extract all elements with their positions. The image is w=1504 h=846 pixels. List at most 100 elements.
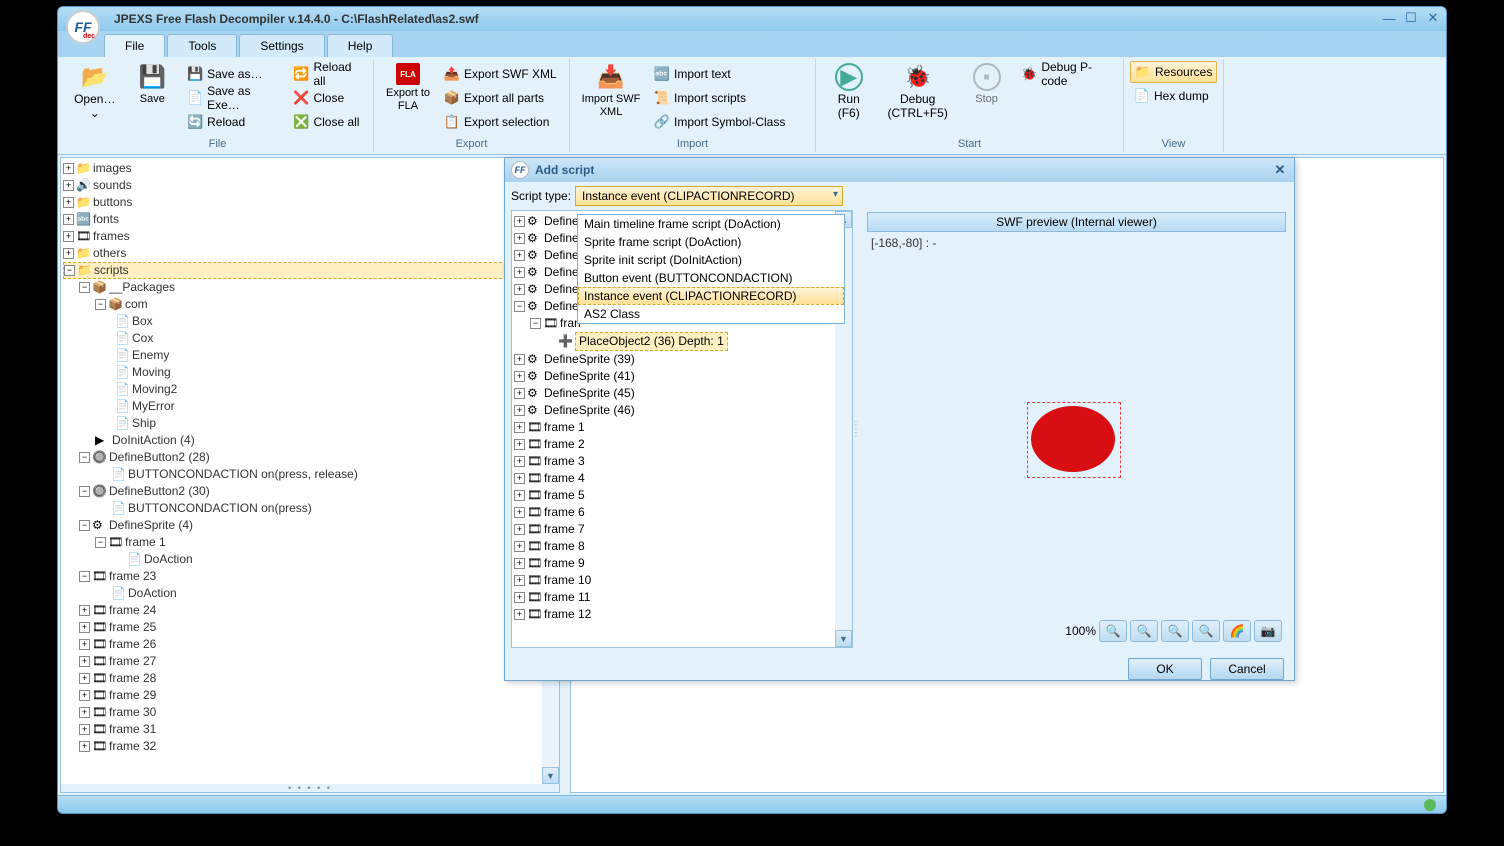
export-all-button[interactable]: 📦Export all parts xyxy=(440,87,561,109)
close-all-button[interactable]: ❎Close all xyxy=(289,111,367,133)
save-as-exe-button[interactable]: 📄Save as Exe… xyxy=(183,87,285,109)
scroll-down-icon[interactable]: ▼ xyxy=(542,767,559,784)
dropdown-option-selected[interactable]: Instance event (CLIPACTIONRECORD) xyxy=(578,287,844,305)
menu-tools[interactable]: Tools xyxy=(167,34,237,57)
import-xml-icon: 📥 xyxy=(597,63,625,91)
ribbon-label-export: Export xyxy=(374,138,569,150)
open-icon: 📂 xyxy=(81,63,109,91)
stop-button[interactable]: ■ Stop xyxy=(960,59,1014,110)
resources-icon: 📁 xyxy=(1135,64,1151,80)
close-file-button[interactable]: ❌Close xyxy=(289,87,367,109)
run-button[interactable]: ▶ Run(F6) xyxy=(822,59,876,125)
menu-help[interactable]: Help xyxy=(327,34,394,57)
ribbon-label-import: Import xyxy=(570,138,815,150)
script-type-dropdown[interactable]: Main timeline frame script (DoAction) Sp… xyxy=(577,214,845,324)
save-icon: 💾 xyxy=(138,63,166,91)
hex-icon: 📄 xyxy=(1134,88,1150,104)
app-window: FF JPEXS Free Flash Decompiler v.14.4.0 … xyxy=(57,6,1447,814)
ok-button[interactable]: OK xyxy=(1128,658,1202,680)
export-fla-button[interactable]: FLA Export to FLA xyxy=(380,59,436,117)
ribbon: 📂 Open…⌄ 💾 Save 💾Save as… 📄Save as Exe… … xyxy=(58,57,1446,155)
shape-bounding-box xyxy=(1027,402,1121,478)
dropdown-option[interactable]: Button event (BUTTONCONDACTION) xyxy=(578,269,844,287)
window-title: JPEXS Free Flash Decompiler v.14.4.0 - C… xyxy=(114,12,479,26)
ribbon-group-file: 📂 Open…⌄ 💾 Save 💾Save as… 📄Save as Exe… … xyxy=(62,59,374,152)
tree-splitter[interactable]: • • • • • xyxy=(61,784,559,792)
dropdown-option[interactable]: Sprite init script (DoInitAction) xyxy=(578,251,844,269)
resource-tree[interactable]: +📁images +🔊sounds +📁buttons +🔤fonts +🎞fr… xyxy=(61,158,559,778)
zoom-fit-button[interactable]: 🔍 xyxy=(1161,620,1189,642)
saveexe-icon: 📄 xyxy=(187,90,203,106)
ribbon-group-import: 📥 Import SWF XML 🔤Import text 📜Import sc… xyxy=(570,59,816,152)
reloadall-icon: 🔁 xyxy=(293,66,309,82)
saveas-icon: 💾 xyxy=(187,66,203,82)
tree-item-scripts: −📁scripts xyxy=(63,262,557,279)
app-logo-icon: FF xyxy=(66,10,100,44)
cancel-button[interactable]: Cancel xyxy=(1210,658,1284,680)
dropdown-option[interactable]: AS2 Class xyxy=(578,305,844,323)
debug-button[interactable]: 🐞 Debug(CTRL+F5) xyxy=(880,59,956,125)
minimize-button[interactable]: — xyxy=(1382,11,1396,25)
add-script-dialog: FF Add script ✕ Script type: Instance ev… xyxy=(504,157,1295,681)
maximize-button[interactable]: ☐ xyxy=(1404,11,1418,25)
reload-button[interactable]: 🔄Reload xyxy=(183,111,285,133)
bug-icon: 🐞 xyxy=(904,63,932,91)
reload-all-button[interactable]: 🔁Reload all xyxy=(289,63,367,85)
export-all-icon: 📦 xyxy=(444,90,460,106)
dropdown-option[interactable]: Sprite frame script (DoAction) xyxy=(578,233,844,251)
preview-canvas xyxy=(865,252,1288,612)
hexdump-button[interactable]: 📄Hex dump xyxy=(1130,85,1217,107)
ribbon-group-start: ▶ Run(F6) 🐞 Debug(CTRL+F5) ■ Stop 🐞Debug… xyxy=(816,59,1124,152)
menu-settings[interactable]: Settings xyxy=(239,34,324,57)
ribbon-label-start: Start xyxy=(816,138,1123,150)
close-icon: ❌ xyxy=(293,90,309,106)
color-button[interactable]: 🌈 xyxy=(1223,620,1251,642)
snapshot-button[interactable]: 📷 xyxy=(1254,620,1282,642)
import-text-button[interactable]: 🔤Import text xyxy=(650,63,789,85)
menu-file[interactable]: File xyxy=(104,34,165,57)
resources-button[interactable]: 📁Resources xyxy=(1130,61,1217,83)
titlebar: FF JPEXS Free Flash Decompiler v.14.4.0 … xyxy=(58,7,1446,31)
script-type-combo[interactable]: Instance event (CLIPACTIONRECORD) xyxy=(575,186,843,206)
zoom-out-button[interactable]: 🔍 xyxy=(1130,620,1158,642)
dropdown-option[interactable]: Main timeline frame script (DoAction) xyxy=(578,215,844,233)
export-swfxml-button[interactable]: 📤Export SWF XML xyxy=(440,63,561,85)
dialog-logo-icon: FF xyxy=(511,161,529,179)
save-button[interactable]: 💾 Save xyxy=(126,59,180,110)
fla-icon: FLA xyxy=(396,63,420,85)
save-as-button[interactable]: 💾Save as… xyxy=(183,63,285,85)
statusbar xyxy=(58,795,1446,813)
dialog-preview: SWF preview (Internal viewer) [-168,-80]… xyxy=(865,210,1288,648)
import-scripts-icon: 📜 xyxy=(654,90,670,106)
import-scripts-button[interactable]: 📜Import scripts xyxy=(650,87,789,109)
preview-toolbar: 100% 🔍 🔍 🔍 🔍 🌈 📷 xyxy=(1065,620,1282,642)
stop-icon: ■ xyxy=(973,63,1001,91)
import-text-icon: 🔤 xyxy=(654,66,670,82)
zoom-reset-button[interactable]: 🔍 xyxy=(1192,620,1220,642)
pcode-icon: 🐞 xyxy=(1021,66,1037,82)
reload-icon: 🔄 xyxy=(187,114,203,130)
dialog-selected-item: PlaceObject2 (36) Depth: 1 xyxy=(575,332,728,351)
debug-pcode-button[interactable]: 🐞Debug P-code xyxy=(1017,63,1117,85)
import-symbol-button[interactable]: 🔗Import Symbol-Class xyxy=(650,111,789,133)
menubar: File Tools Settings Help xyxy=(58,31,1446,57)
ribbon-label-view: View xyxy=(1124,138,1223,150)
resource-tree-panel: +📁images +🔊sounds +📁buttons +🔤fonts +🎞fr… xyxy=(60,157,560,793)
open-button[interactable]: 📂 Open…⌄ xyxy=(68,59,122,125)
zoom-level: 100% xyxy=(1065,624,1096,638)
script-type-label: Script type: xyxy=(511,189,571,203)
export-selection-button[interactable]: 📋Export selection xyxy=(440,111,561,133)
preview-header: SWF preview (Internal viewer) xyxy=(867,212,1286,232)
zoom-in-button[interactable]: 🔍 xyxy=(1099,620,1127,642)
close-button[interactable]: ✕ xyxy=(1426,11,1440,25)
ribbon-group-view: 📁Resources 📄Hex dump View xyxy=(1124,59,1224,152)
dialog-splitter[interactable]: ····· xyxy=(853,210,859,648)
dialog-close-button[interactable]: ✕ xyxy=(1272,162,1288,178)
ribbon-label-file: File xyxy=(62,138,373,150)
import-swfxml-button[interactable]: 📥 Import SWF XML xyxy=(576,59,646,123)
closeall-icon: ❎ xyxy=(293,114,309,130)
export-xml-icon: 📤 xyxy=(444,66,460,82)
import-symbol-icon: 🔗 xyxy=(654,114,670,130)
status-ok-icon xyxy=(1424,799,1436,811)
run-icon: ▶ xyxy=(835,63,863,91)
